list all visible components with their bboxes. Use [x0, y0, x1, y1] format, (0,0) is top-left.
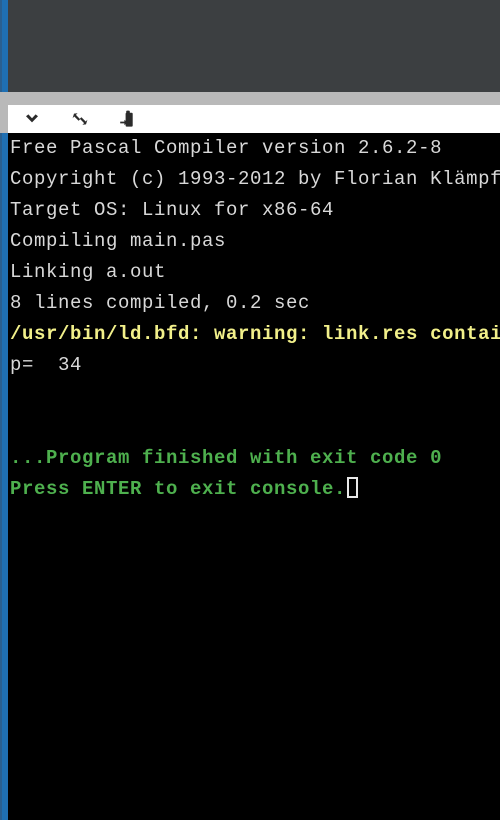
terminal-line: Target OS: Linux for x86-64: [8, 195, 500, 226]
left-rail-grey-segment: [0, 92, 8, 133]
panel-divider: [8, 92, 500, 105]
terminal-line: Compiling main.pas: [8, 226, 500, 257]
terminal-line: 8 lines compiled, 0.2 sec: [8, 288, 500, 319]
terminal-line-text: Target OS: Linux for x86-64: [10, 199, 335, 221]
collapse-icon[interactable]: [56, 105, 104, 133]
terminal-line-text: p= 34: [10, 354, 83, 376]
terminal-line-text: Free Pascal Compiler version 2.6.2-8: [10, 137, 443, 159]
terminal-line-text: /usr/bin/ld.bfd: warning: link.res conta…: [10, 323, 500, 345]
terminal-line-exit-status: ...Program finished with exit code 0: [8, 443, 500, 474]
terminal-line-program-output: p= 34: [8, 350, 500, 381]
terminal-line-text: Linking a.out: [10, 261, 167, 283]
editor-panel: [8, 0, 500, 92]
terminal-line-warning: /usr/bin/ld.bfd: warning: link.res conta…: [8, 319, 500, 350]
terminal-line-text: 8 lines compiled, 0.2 sec: [10, 292, 311, 314]
console-toolbar: [8, 105, 500, 133]
terminal-line: Copyright (c) 1993-2012 by Florian Klämp…: [8, 164, 500, 195]
terminal-line-text: Copyright (c) 1993-2012 by Florian Klämp…: [10, 168, 500, 190]
clipboard-paste-icon[interactable]: [104, 105, 152, 133]
terminal-line-text: Press ENTER to exit console.: [10, 478, 347, 500]
terminal-line-prompt: Press ENTER to exit console.: [8, 474, 500, 505]
terminal-line-text: Compiling main.pas: [10, 230, 227, 252]
chevron-down-icon[interactable]: [8, 105, 56, 133]
terminal-line: Free Pascal Compiler version 2.6.2-8: [8, 133, 500, 164]
console-window: Free Pascal Compiler version 2.6.2-8 Cop…: [0, 0, 500, 820]
terminal-cursor: [347, 477, 359, 498]
terminal-line: Linking a.out: [8, 257, 500, 288]
terminal-output[interactable]: Free Pascal Compiler version 2.6.2-8 Cop…: [8, 133, 500, 820]
terminal-line-text: ...Program finished with exit code 0: [10, 447, 443, 469]
